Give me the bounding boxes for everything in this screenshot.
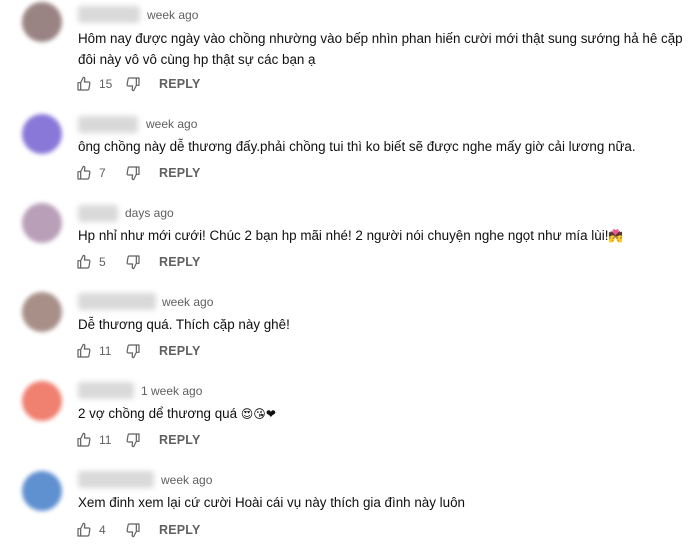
comment-text: 2 vợ chồng dể thương quá 😍😘❤ — [78, 403, 688, 425]
comment-timestamp[interactable]: week ago — [161, 473, 212, 487]
thumbs-up-icon[interactable] — [76, 343, 92, 359]
comment-timestamp[interactable]: days ago — [125, 206, 174, 220]
reply-button[interactable]: REPLY — [159, 344, 201, 358]
avatar[interactable] — [22, 114, 62, 154]
reply-button[interactable]: REPLY — [159, 255, 201, 269]
comment-actions: 11 REPLY — [76, 430, 201, 450]
like-count: 5 — [99, 255, 106, 269]
author-name-blurred[interactable] — [78, 116, 138, 133]
reply-button[interactable]: REPLY — [159, 523, 201, 537]
thumbs-down-icon[interactable] — [125, 254, 141, 270]
like-count: 7 — [99, 166, 106, 180]
comment-text: Hôm nay được ngày vào chồng nhường vào b… — [78, 31, 683, 67]
avatar[interactable] — [22, 203, 62, 243]
comment-text: Hp nhỉ như mới cưới! Chúc 2 bạn hp mãi n… — [78, 225, 688, 247]
reply-button[interactable]: REPLY — [159, 166, 201, 180]
comment-actions: 11 REPLY — [76, 341, 201, 361]
thumbs-up-icon[interactable] — [76, 165, 92, 181]
comment-actions: 7 REPLY — [76, 163, 201, 183]
comment-text: ông chồng này dễ thương đấy.phải chồng t… — [78, 139, 636, 154]
avatar[interactable] — [22, 471, 62, 511]
thumbs-up-icon[interactable] — [76, 76, 92, 92]
comment-timestamp[interactable]: 1 week ago — [141, 384, 202, 398]
thumbs-down-icon[interactable] — [125, 522, 141, 538]
author-name-blurred[interactable] — [78, 471, 154, 488]
kiss-emoji: 💏 — [608, 229, 624, 243]
reply-button[interactable]: REPLY — [159, 433, 201, 447]
comment-actions: 5 REPLY — [76, 252, 201, 272]
thumbs-up-icon[interactable] — [76, 254, 92, 270]
thumbs-down-icon[interactable] — [125, 76, 141, 92]
author-name-blurred[interactable] — [78, 205, 118, 222]
thumbs-up-icon[interactable] — [76, 432, 92, 448]
avatar[interactable] — [22, 292, 62, 332]
comment-text: Xem đinh xem lại cứ cười Hoài cái vụ này… — [78, 495, 465, 510]
comment-text-body: Hp nhỉ như mới cưới! Chúc 2 bạn hp mãi n… — [78, 228, 609, 243]
thumbs-down-icon[interactable] — [125, 165, 141, 181]
author-name-blurred[interactable] — [78, 382, 134, 399]
like-count: 11 — [99, 433, 112, 447]
comment-text: Dễ thương quá. Thích cặp này ghê! — [78, 317, 290, 332]
comment-actions: 4 REPLY — [76, 520, 201, 540]
author-name-blurred[interactable] — [78, 6, 140, 23]
comment-timestamp[interactable]: week ago — [162, 295, 213, 309]
comment-text-body: 2 vợ chồng dể thương quá — [78, 406, 238, 421]
avatar[interactable] — [22, 381, 62, 421]
reply-button[interactable]: REPLY — [159, 77, 201, 91]
avatar[interactable] — [22, 2, 62, 42]
author-name-blurred[interactable] — [78, 293, 156, 310]
like-count: 4 — [99, 523, 106, 537]
comment-actions: 15 REPLY — [76, 74, 201, 94]
like-count: 15 — [99, 77, 113, 91]
thumbs-down-icon[interactable] — [125, 432, 141, 448]
thumbs-down-icon[interactable] — [125, 343, 141, 359]
comment-timestamp[interactable]: week ago — [147, 8, 198, 22]
thumbs-up-icon[interactable] — [76, 522, 92, 538]
heart-eyes-kiss-heart-emoji: 😍😘❤ — [240, 407, 276, 421]
comment-timestamp[interactable]: week ago — [146, 117, 197, 131]
like-count: 11 — [99, 344, 112, 358]
